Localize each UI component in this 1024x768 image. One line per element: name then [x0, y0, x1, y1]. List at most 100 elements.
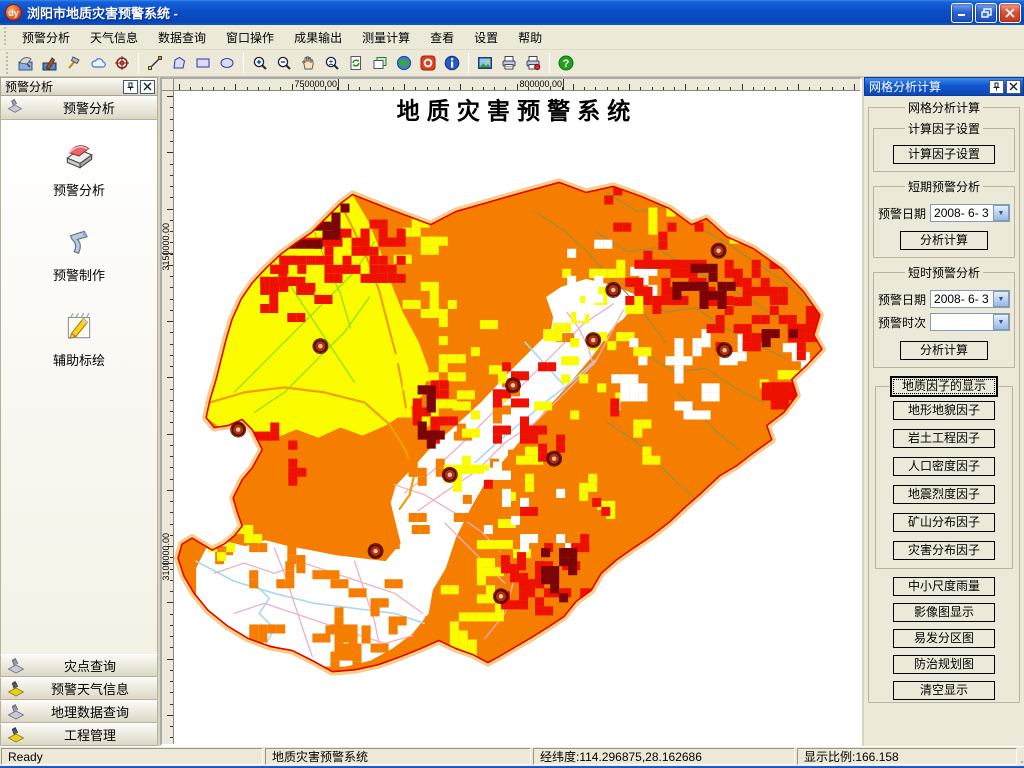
layer-button-1[interactable]: 中小尺度雨量	[893, 577, 995, 596]
town-marker	[230, 421, 247, 438]
toolbar-separator	[138, 53, 139, 73]
pin-icon[interactable]	[123, 79, 138, 94]
toolbar-separator	[468, 53, 469, 73]
left-panel-item-1[interactable]: 预警分析	[1, 138, 157, 199]
factor-button-1[interactable]: 地形地貌因子	[893, 401, 995, 420]
calc-factor-legend: 计算因子设置	[907, 122, 980, 136]
short-term-analyze-button[interactable]: 分析计算	[900, 231, 988, 250]
left-panel-bottom-item-2[interactable]: 预警天气信息	[0, 677, 158, 700]
left-panel-bottom-item-3[interactable]: 地理数据查询	[0, 700, 158, 723]
stamp-icon	[7, 657, 25, 675]
window-titlebar: dy 浏阳市地质灾害预警系统 -	[0, 0, 1024, 25]
image-preview-icon[interactable]	[473, 51, 497, 75]
layer-button-5[interactable]: 清空显示	[893, 681, 995, 700]
cloud-icon[interactable]	[86, 51, 110, 75]
chevron-down-icon[interactable]: ▼	[993, 291, 1009, 307]
left-panel-bottom-item-4[interactable]: 工程管理	[0, 723, 158, 746]
weather-brush-icon[interactable]	[38, 51, 62, 75]
ruler-y-label: 3150000.00	[162, 223, 171, 271]
bottom-item-label: 预警天气信息	[50, 682, 129, 697]
ruler-y-label: 3100000.00	[162, 533, 171, 581]
globe-icon[interactable]	[392, 51, 416, 75]
map-canvas[interactable]: 地质灾害预警系统	[174, 91, 860, 744]
warning-date-combo[interactable]: 2008- 6- 3 ▼	[930, 204, 1010, 222]
line-tool-icon[interactable]	[143, 51, 167, 75]
warning-time-label: 预警时次	[878, 315, 927, 330]
pin-icon[interactable]	[989, 79, 1004, 94]
factor-button-3[interactable]: 人口密度因子	[893, 457, 995, 476]
status-bar: Ready 地质灾害预警系统 经纬度:114.296875,28.162686 显示比…	[0, 746, 1024, 766]
left-panel-item-3[interactable]: 辅助标绘	[1, 308, 157, 369]
toolbar-grip[interactable]	[4, 52, 12, 74]
zoom-in-icon[interactable]	[248, 51, 272, 75]
left-panel: 预警分析 预警分析 预警分析预警制作辅助标绘 灾点查询预警天气信息地理数据查询工…	[0, 77, 160, 746]
resize-grip-icon[interactable]	[1018, 747, 1024, 766]
print-icon[interactable]	[497, 51, 521, 75]
factor-button-4[interactable]: 地震烈度因子	[893, 485, 995, 504]
layer-button-4[interactable]: 防治规划图	[893, 655, 995, 674]
stop-icon[interactable]	[416, 51, 440, 75]
zoom-extent-icon[interactable]: ±	[320, 51, 344, 75]
satellite-map-icon[interactable]	[14, 51, 38, 75]
menu-item-3[interactable]: 数据查询	[148, 26, 216, 49]
menu-item-6[interactable]: 测量计算	[352, 26, 420, 49]
factor-button-5[interactable]: 矿山分布因子	[893, 513, 995, 532]
refresh-page-icon[interactable]	[344, 51, 368, 75]
target-icon[interactable]	[110, 51, 134, 75]
info-icon[interactable]	[440, 51, 464, 75]
pan-hand-icon[interactable]	[296, 51, 320, 75]
factor-button-2[interactable]: 岩土工程因子	[893, 429, 995, 448]
short-term-group: 短期预警分析 预警日期 2008- 6- 3 ▼ 分析计算	[873, 178, 1015, 258]
left-panel-items: 预警分析预警制作辅助标绘	[0, 120, 158, 654]
stamp-icon	[7, 98, 23, 117]
layer-button-3[interactable]: 易发分区图	[893, 629, 995, 648]
chevron-down-icon[interactable]: ▼	[993, 205, 1009, 221]
menu-item-4[interactable]: 窗口操作	[216, 26, 284, 49]
polygon-tool-icon[interactable]	[167, 51, 191, 75]
zoom-out-icon[interactable]	[272, 51, 296, 75]
menu-item-7[interactable]: 查看	[420, 26, 464, 49]
grid-analysis-legend: 网格分析计算	[907, 101, 980, 115]
left-panel-item-2[interactable]: 预警制作	[1, 223, 157, 284]
book-icon	[61, 138, 97, 174]
menu-item-2[interactable]: 天气信息	[80, 26, 148, 49]
left-panel-section-header[interactable]: 预警分析	[0, 96, 158, 120]
left-panel-bottom-bars: 灾点查询预警天气信息地理数据查询 工程管理	[0, 654, 158, 746]
warning-date-value: 2008- 6- 3	[934, 206, 989, 220]
calc-factor-button[interactable]: 计算因子设置	[893, 145, 995, 164]
menubar-grip[interactable]	[2, 27, 10, 47]
print-setup-icon[interactable]	[521, 51, 545, 75]
rectangle-tool-icon[interactable]	[191, 51, 215, 75]
close-panel-icon[interactable]	[1006, 79, 1021, 94]
hammer-icon[interactable]	[62, 51, 86, 75]
menu-item-5[interactable]: 成果输出	[284, 26, 352, 49]
toolbar-separator	[243, 53, 244, 73]
geo-factor-display-button[interactable]: 地质因子的显示	[890, 376, 998, 397]
cascade-windows-icon[interactable]	[368, 51, 392, 75]
menu-item-8[interactable]: 设置	[464, 26, 508, 49]
ellipse-tool-icon[interactable]	[215, 51, 239, 75]
town-marker	[312, 338, 329, 355]
menu-item-1[interactable]: 预警分析	[12, 26, 80, 49]
help-icon[interactable]: ?	[554, 51, 578, 75]
layer-button-2[interactable]: 影像图显示	[893, 603, 995, 622]
menu-item-9[interactable]: 帮助	[508, 26, 552, 49]
chevron-down-icon[interactable]: ▼	[993, 314, 1009, 330]
left-item-label: 辅助标绘	[52, 353, 105, 368]
status-segment-3: 经纬度:114.296875,28.162686	[533, 748, 795, 765]
short-time-analyze-button[interactable]: 分析计算	[900, 341, 988, 360]
close-panel-icon[interactable]	[140, 79, 155, 94]
town-marker	[605, 281, 622, 298]
close-button[interactable]	[999, 2, 1021, 23]
factor-button-6[interactable]: 灾害分布因子	[893, 541, 995, 560]
factor-button-group: 地形地貌因子 岩土工程因子 人口密度因子 地震烈度因子 矿山分布因子 灾害分布因子	[875, 386, 1013, 569]
town-marker	[546, 450, 563, 467]
stamp-yellow-icon	[7, 680, 25, 698]
warning-time-combo[interactable]: ▼	[930, 313, 1010, 331]
warning-date-combo-2[interactable]: 2008- 6- 3 ▼	[930, 290, 1010, 308]
left-panel-bottom-item-1[interactable]: 灾点查询	[0, 654, 158, 677]
minimize-button[interactable]	[951, 2, 973, 23]
workspace: 预警分析 预警分析 预警分析预警制作辅助标绘 灾点查询预警天气信息地理数据查询工…	[0, 77, 1024, 746]
restore-button[interactable]	[975, 2, 997, 23]
ruler-x-label: 800000.00	[519, 79, 562, 89]
